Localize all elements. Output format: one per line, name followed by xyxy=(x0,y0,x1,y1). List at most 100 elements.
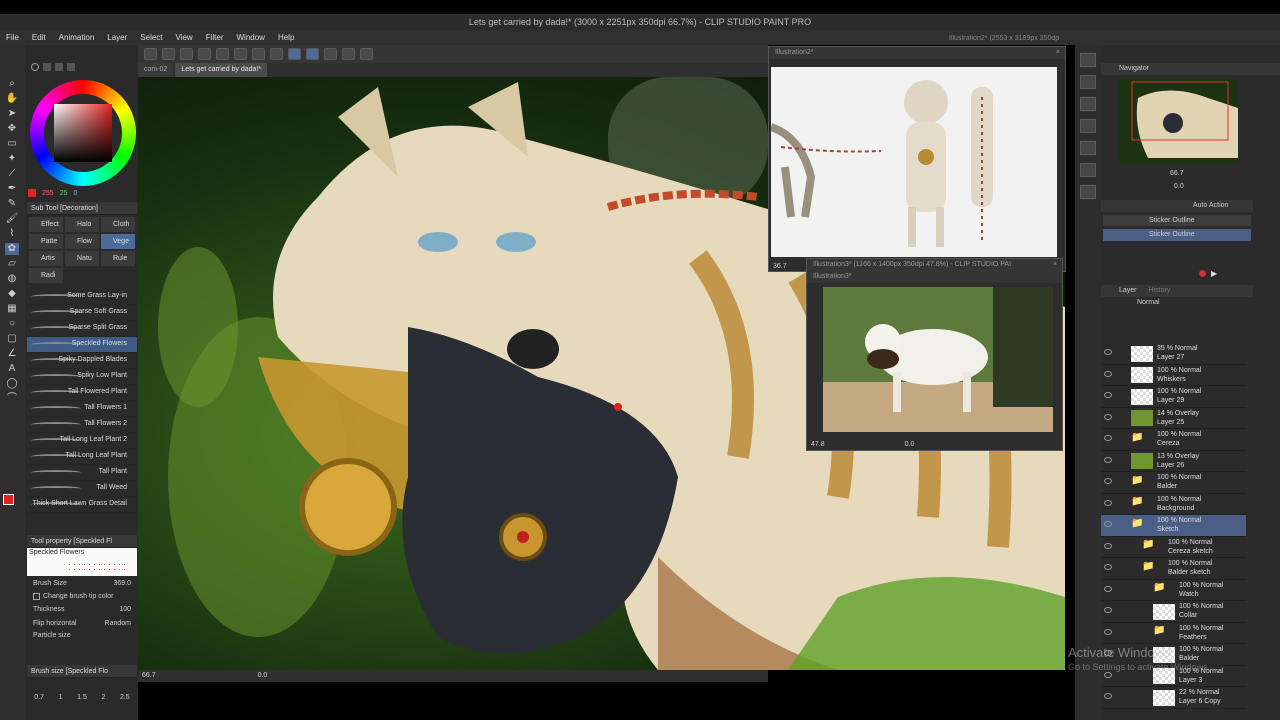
save-icon[interactable] xyxy=(180,48,193,60)
eye-icon[interactable] xyxy=(1104,435,1112,441)
menu-layer[interactable]: Layer xyxy=(107,33,127,42)
layer-row[interactable]: 100 % Normal Whiskers xyxy=(1101,365,1246,386)
brush-tool-icon[interactable]: 🖌 xyxy=(5,213,19,225)
sub-window-1-zoom[interactable]: 36.7 xyxy=(773,263,787,270)
brush-size-preset[interactable]: 2.5 xyxy=(120,694,130,701)
sub-window-reference-2[interactable]: Illustration3* (1166 x 1400px 350dpi 47.… xyxy=(806,258,1063,451)
undo-icon[interactable] xyxy=(198,48,211,60)
pen-tool-icon[interactable]: ✒ xyxy=(5,183,19,195)
sub-window-2-zoom[interactable]: 47.8 xyxy=(811,441,825,448)
brush-item[interactable]: Speckled Flowers xyxy=(27,337,137,353)
close-icon[interactable]: × xyxy=(1053,259,1057,271)
subtool-tab-cloth[interactable]: Cloth xyxy=(101,217,135,232)
color-history-tab-icon[interactable] xyxy=(67,63,75,71)
hand-tool-icon[interactable]: ✋ xyxy=(5,93,19,105)
snap-to-grid-icon[interactable] xyxy=(324,48,337,60)
layer-property-dock-icon[interactable] xyxy=(1080,141,1096,155)
pencil-tool-icon[interactable]: ✎ xyxy=(5,198,19,210)
brush-item[interactable]: Spiky Low Plant xyxy=(27,369,137,385)
brush-size-row[interactable]: Brush Size 369.0 xyxy=(27,576,137,591)
snap-to-special-ruler-icon[interactable] xyxy=(306,48,319,60)
new-file-icon[interactable] xyxy=(144,48,157,60)
text-tool-icon[interactable]: A xyxy=(5,363,19,375)
layer-row[interactable]: 📁 100 % Normal Watch xyxy=(1101,580,1246,601)
brush-item[interactable]: Tall Flowers 2 xyxy=(27,417,137,433)
brush-size-preset[interactable]: 1.5 xyxy=(77,694,87,701)
decoration-tool-icon[interactable]: ✿ xyxy=(5,243,19,255)
help-icon[interactable] xyxy=(360,48,373,60)
eye-icon[interactable] xyxy=(1104,671,1112,678)
subtool-tab-effect[interactable]: Effect xyxy=(29,217,63,232)
subtool-tab-flow[interactable]: Flow xyxy=(65,234,99,249)
menu-view[interactable]: View xyxy=(176,33,193,42)
change-color-checkbox[interactable] xyxy=(33,593,40,600)
blend-tool-icon[interactable]: ◍ xyxy=(5,273,19,285)
subtool-tab-natu[interactable]: Natu xyxy=(65,251,99,266)
sub-window-2-tab[interactable]: Illustration3* xyxy=(813,271,852,283)
brush-item[interactable]: Tall Long Leaf Plant 2 xyxy=(27,433,137,449)
airbrush-tool-icon[interactable]: ⌇ xyxy=(5,228,19,240)
document-tab[interactable]: Lets get carried by dada!* xyxy=(175,63,268,77)
subtool-tab-artis[interactable]: Artis xyxy=(29,251,63,266)
item-bank-dock-icon[interactable] xyxy=(1080,185,1096,199)
subtool-tab-radi[interactable]: Radi xyxy=(29,268,63,283)
brush-item[interactable]: Tall Weed xyxy=(27,481,137,497)
layer-row[interactable]: 📁 100 % Normal Balder sketch xyxy=(1101,558,1246,580)
sub-window-reference-1[interactable]: Illustration2* × Illustration2* (2553 x 3… xyxy=(768,35,1066,272)
ruler-tool-icon[interactable]: ∠ xyxy=(5,348,19,360)
layer-row[interactable]: 📁 100 % Normal Cereza xyxy=(1101,429,1246,451)
eye-icon[interactable] xyxy=(1104,607,1112,613)
deselect-icon[interactable] xyxy=(252,48,265,60)
blend-mode-dropdown[interactable]: Normal xyxy=(1137,299,1197,306)
redo-icon[interactable] xyxy=(216,48,229,60)
auto-action-tab[interactable]: Auto Action xyxy=(1101,200,1253,212)
clip-studio-icon[interactable] xyxy=(342,48,355,60)
color-set-tab-icon[interactable] xyxy=(43,63,51,71)
history-tab[interactable]: History xyxy=(1149,285,1171,297)
navigator-preview[interactable] xyxy=(1118,78,1238,164)
layer-tab[interactable]: Layer xyxy=(1119,285,1137,297)
particle-row[interactable]: Particle size xyxy=(27,630,137,641)
menu-animation[interactable]: Animation xyxy=(59,33,95,42)
eye-icon[interactable] xyxy=(1104,628,1112,635)
material-dock-icon[interactable] xyxy=(1080,119,1096,133)
eye-icon[interactable] xyxy=(1104,499,1112,506)
open-file-icon[interactable] xyxy=(162,48,175,60)
layer-row[interactable]: 📁 100 % Normal Sketch xyxy=(1101,515,1246,537)
eye-icon[interactable] xyxy=(1104,478,1112,484)
subtool-tab-patte[interactable]: Patte xyxy=(29,234,63,249)
menu-filter[interactable]: Filter xyxy=(206,33,224,42)
operation-tool-icon[interactable]: ➤ xyxy=(5,108,19,120)
brush-item[interactable]: Tall Flowered Plant xyxy=(27,385,137,401)
clear-icon[interactable] xyxy=(234,48,247,60)
eraser-tool-icon[interactable]: ▱ xyxy=(5,258,19,270)
thickness-row[interactable]: Thickness 100 xyxy=(27,602,137,617)
close-icon[interactable]: × xyxy=(1056,47,1060,59)
sub-window-1-tab[interactable]: Illustration2* xyxy=(775,47,814,59)
eye-icon[interactable] xyxy=(1104,693,1112,699)
correct-line-tool-icon[interactable]: ⌒ xyxy=(5,393,19,405)
record-icon[interactable] xyxy=(1199,270,1206,277)
eye-icon[interactable] xyxy=(1104,349,1112,355)
layer-row[interactable]: 📁 100 % Normal Feathers xyxy=(1101,623,1246,644)
eyedropper-tool-icon[interactable]: ⟋ xyxy=(5,168,19,180)
brush-item[interactable]: Tall Long Leaf Plant xyxy=(27,449,137,465)
move-tool-icon[interactable]: ✥ xyxy=(5,123,19,135)
eye-icon[interactable] xyxy=(1104,585,1112,592)
color-wheel-tab-icon[interactable] xyxy=(31,63,39,71)
figure-tool-icon[interactable]: ○ xyxy=(5,318,19,330)
snap-to-ruler-icon[interactable] xyxy=(288,48,301,60)
eye-icon[interactable] xyxy=(1104,564,1112,570)
layer-row[interactable]: 14 % Overlay Layer 25 xyxy=(1101,408,1246,429)
change-color-row[interactable]: Change brush tip color xyxy=(27,591,137,602)
close-panel-icon[interactable] xyxy=(1080,97,1096,111)
eye-icon[interactable] xyxy=(1104,456,1112,463)
zoom-tool-icon[interactable]: ⌕ xyxy=(5,78,19,90)
main-color-swatch[interactable] xyxy=(3,494,14,505)
menu-window[interactable]: Window xyxy=(237,33,265,42)
fill-tool-icon[interactable]: ◆ xyxy=(5,288,19,300)
brush-item[interactable]: Some Grass Lay-in xyxy=(27,289,137,305)
eye-icon[interactable] xyxy=(1104,521,1112,527)
navigator-dock-icon[interactable] xyxy=(1080,75,1096,89)
subtool-tab-rule[interactable]: Rule xyxy=(101,251,135,266)
